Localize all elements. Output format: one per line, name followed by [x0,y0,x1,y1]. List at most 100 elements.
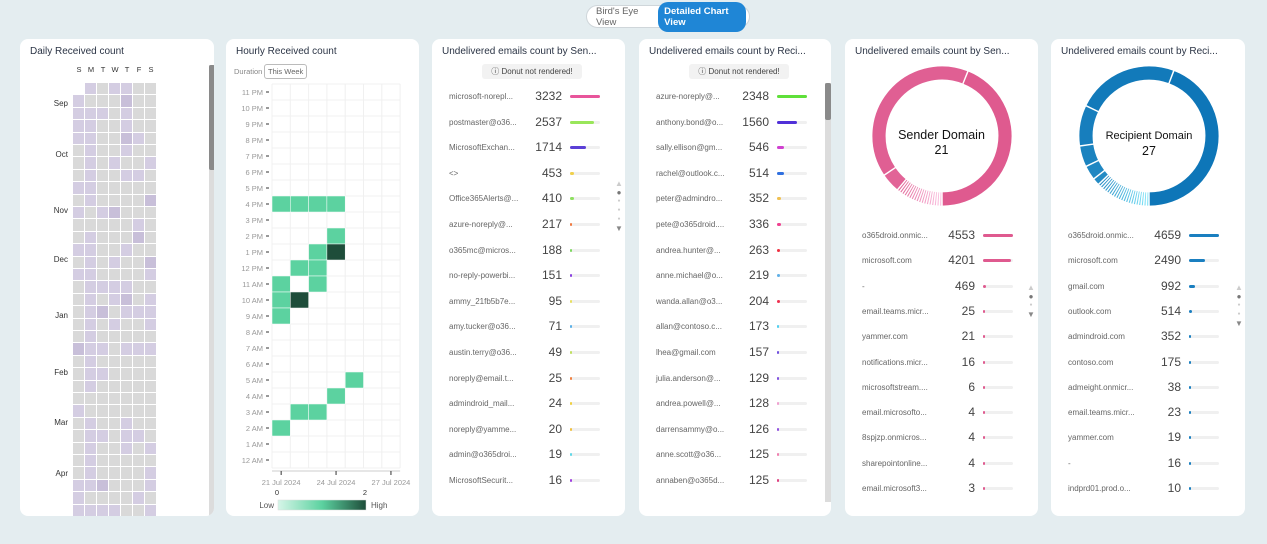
calendar-day-cell[interactable] [133,219,144,231]
list-item[interactable]: pete@o365droid.... 336 [639,217,831,233]
list-item[interactable]: no-reply-powerbi... 151 [432,268,625,284]
calendar-day-cell[interactable] [121,194,132,206]
calendar-day-cell[interactable] [109,455,120,467]
calendar-day-cell[interactable] [85,145,96,157]
calendar-day-cell[interactable] [97,380,108,392]
calendar-day-cell[interactable] [73,194,84,206]
list-item[interactable]: microsoft-norepl... 3232 [432,89,625,105]
calendar-day-cell[interactable] [85,318,96,330]
calendar-day-cell[interactable] [133,269,144,281]
calendar-day-cell[interactable] [133,479,144,492]
calendar-day-cell[interactable] [85,107,96,120]
heatmap-cell[interactable] [308,275,328,293]
heatmap-cell[interactable] [344,371,364,389]
list-item[interactable]: yammer.com 21 [845,329,1038,345]
calendar-day-cell[interactable] [145,417,156,430]
calendar-day-cell[interactable] [85,442,96,454]
calendar-day-cell[interactable] [145,479,156,492]
calendar-day-cell[interactable] [73,132,84,144]
list-item[interactable]: anne.michael@o... 219 [639,268,831,284]
calendar-day-cell[interactable] [145,120,156,132]
calendar-day-cell[interactable] [109,343,120,355]
calendar-day-cell[interactable] [73,455,84,467]
list-item[interactable]: contoso.com 175 [1051,355,1245,371]
heatmap-cell[interactable] [271,275,291,293]
heatmap-cell[interactable] [326,227,346,245]
calendar-day-cell[interactable] [121,256,132,268]
calendar-day-cell[interactable] [145,318,156,330]
calendar-day-cell[interactable] [73,318,84,330]
calendar-day-cell[interactable] [73,169,84,182]
calendar-day-cell[interactable] [145,269,156,281]
calendar-day-cell[interactable] [133,83,144,95]
calendar-day-cell[interactable] [109,231,120,244]
calendar-day-cell[interactable] [97,405,108,417]
calendar-day-cell[interactable] [85,479,96,492]
calendar-day-cell[interactable] [109,207,120,219]
calendar-day-cell[interactable] [97,417,108,430]
calendar-day-cell[interactable] [121,169,132,182]
heatmap-cell[interactable] [308,243,328,261]
calendar-day-cell[interactable] [145,492,156,504]
list-item[interactable]: <> 453 [432,166,625,182]
list-item[interactable]: o365droid.onmic... 4553 [845,228,1038,244]
calendar-day-cell[interactable] [73,207,84,219]
calendar-day-cell[interactable] [121,417,132,430]
list-item[interactable]: o365droid.onmic... 4659 [1051,228,1245,244]
calendar-day-cell[interactable] [97,355,108,368]
calendar-day-cell[interactable] [97,281,108,293]
calendar-day-cell[interactable] [109,157,120,169]
list-item[interactable]: amy.tucker@o36... 71 [432,319,625,335]
calendar-day-cell[interactable] [85,244,96,256]
calendar-day-cell[interactable] [97,504,108,516]
calendar-day-cell[interactable] [97,219,108,231]
calendar-day-cell[interactable] [109,355,120,368]
calendar-day-cell[interactable] [73,430,84,442]
calendar-day-cell[interactable] [121,368,132,380]
list-item[interactable]: outlook.com 514 [1051,304,1245,320]
calendar-day-cell[interactable] [121,405,132,417]
calendar-day-cell[interactable] [73,368,84,380]
list-item[interactable]: darrensammy@o... 126 [639,422,831,438]
donut-slice[interactable] [872,66,969,176]
calendar-day-cell[interactable] [145,107,156,120]
calendar-day-cell[interactable] [109,293,120,306]
calendar-day-cell[interactable] [109,169,120,182]
calendar-day-cell[interactable] [85,219,96,231]
calendar-day-cell[interactable] [145,405,156,417]
list-item[interactable]: anne.scott@o36... 125 [639,447,831,463]
list-item[interactable]: allan@contoso.c... 173 [639,319,831,335]
heatmap-cell[interactable] [308,259,328,277]
list-item[interactable]: peter@admindro... 352 [639,191,831,207]
calendar-day-cell[interactable] [133,281,144,293]
calendar-day-cell[interactable] [109,306,120,318]
pager-down-icon[interactable]: ▼ [1027,310,1035,319]
calendar-day-cell[interactable] [121,231,132,244]
calendar-day-cell[interactable] [73,306,84,318]
calendar-day-cell[interactable] [121,430,132,442]
calendar-day-cell[interactable] [145,281,156,293]
list-item[interactable]: andrea.powell@... 128 [639,396,831,412]
calendar-day-cell[interactable] [85,455,96,467]
calendar-day-cell[interactable] [121,95,132,107]
pager-dot[interactable]: ● [615,206,623,215]
list-item[interactable]: admin@o365droi... 19 [432,447,625,463]
calendar-day-cell[interactable] [85,331,96,343]
list-item[interactable]: gmail.com 992 [1051,279,1245,295]
list-item[interactable]: lhea@gmail.com 157 [639,345,831,361]
calendar-day-cell[interactable] [109,194,120,206]
calendar-day-cell[interactable] [145,355,156,368]
calendar-day-cell[interactable] [145,380,156,392]
calendar-day-cell[interactable] [97,244,108,256]
calendar-day-cell[interactable] [133,145,144,157]
calendar-day-cell[interactable] [97,83,108,95]
scrollbar-thumb[interactable] [825,83,831,120]
list-item[interactable]: admindroid_mail... 24 [432,396,625,412]
list-item[interactable]: admindroid.com 352 [1051,329,1245,345]
calendar-day-cell[interactable] [97,331,108,343]
calendar-day-cell[interactable] [109,442,120,454]
calendar-day-cell[interactable] [73,492,84,504]
calendar-day-cell[interactable] [85,169,96,182]
calendar-day-cell[interactable] [97,269,108,281]
calendar-day-cell[interactable] [133,380,144,392]
